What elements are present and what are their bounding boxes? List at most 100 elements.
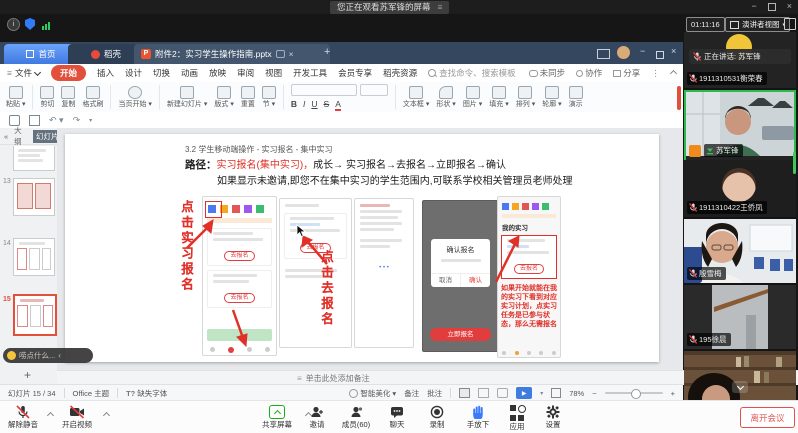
members-button[interactable]: 成员(60) (336, 405, 376, 429)
menu-view[interactable]: 视图 (265, 67, 282, 79)
command-search-input[interactable]: 查找命令、搜索模板 (428, 67, 516, 79)
wps-minimize-icon[interactable]: − (640, 46, 645, 56)
close-icon[interactable]: × (787, 1, 792, 12)
underline-button[interactable]: U (311, 99, 317, 111)
menu-design[interactable]: 设计 (125, 67, 142, 79)
unmute-button[interactable]: 解除静音 (8, 405, 38, 429)
participant-tile[interactable]: 正在讲话: 苏军锋 1911310531衡荣春 (684, 32, 796, 88)
account-avatar[interactable] (617, 46, 630, 59)
format-painter-button[interactable]: 格式刷 (82, 86, 103, 108)
wps-close-icon[interactable]: × (671, 46, 676, 56)
new-slide-button[interactable]: 新建幻灯片 ▾ (167, 86, 207, 108)
beautify-button[interactable]: 智能美化 ▾ (349, 388, 396, 399)
notes-toggle[interactable]: 备注 (404, 388, 419, 399)
missing-font-warning[interactable]: T?缺失字体 (126, 388, 167, 399)
collapse-ribbon-icon[interactable] (670, 69, 677, 76)
save-icon[interactable] (9, 115, 20, 126)
zoom-in-icon[interactable]: + (671, 389, 675, 398)
participant-tile[interactable]: 殷雪梅 (684, 219, 796, 283)
undo-icon[interactable]: ↶ ▾ (49, 115, 64, 126)
theme-name[interactable]: Office 主题 (73, 388, 110, 399)
menu-file[interactable]: ≡文件 (7, 67, 40, 79)
mic-options-chevron[interactable] (47, 412, 54, 419)
menu-review[interactable]: 审阅 (237, 67, 254, 79)
quickbar-dropdown-icon[interactable]: ▾ (89, 117, 92, 124)
video-options-chevron[interactable] (103, 412, 110, 419)
menu-devtools[interactable]: 开发工具 (293, 67, 327, 79)
quick-chat-bubble[interactable]: 唠点什么... ‹ (3, 348, 93, 363)
slide-thumbnail[interactable] (13, 238, 55, 276)
apps-button[interactable]: 应用 (501, 405, 533, 431)
font-color-button[interactable]: A (335, 99, 341, 111)
menu-animation[interactable]: 动画 (181, 67, 198, 79)
chat-button[interactable]: 聊天 (380, 405, 414, 429)
invite-button[interactable]: 邀请 (300, 405, 334, 429)
shape-button[interactable]: 形状 ▾ (436, 86, 455, 108)
window-switch-icon[interactable] (597, 49, 610, 59)
italic-button[interactable]: I (303, 99, 305, 111)
share-screen-button[interactable]: 共享屏幕 (262, 405, 292, 429)
new-tab-icon[interactable]: + (324, 46, 330, 58)
record-button[interactable]: 录制 (421, 405, 453, 429)
collapse-panel-icon[interactable]: « (4, 132, 8, 141)
tab-document[interactable]: P 附件2：实习学生操作指南.pptx × (134, 44, 330, 64)
participant-tile[interactable]: 195徐晨 (684, 285, 796, 349)
fill-button[interactable]: 填充 ▾ (489, 86, 508, 108)
font-name-select[interactable] (291, 84, 357, 96)
collapse-videos-icon[interactable] (732, 381, 748, 393)
comments-toggle[interactable]: 批注 (427, 388, 442, 399)
menu-member[interactable]: 会员专享 (338, 67, 372, 79)
play-slideshow-button[interactable]: ▶ (516, 387, 532, 399)
menu-slideshow[interactable]: 放映 (209, 67, 226, 79)
present-button[interactable]: 演示 (569, 86, 583, 108)
reading-view-icon[interactable] (497, 388, 508, 398)
chat-bubble-placeholder[interactable]: 唠点什么... (19, 350, 55, 361)
slide-thumbnail[interactable] (13, 146, 55, 171)
collaborate-button[interactable]: 协作 (576, 67, 602, 79)
new-slide-plus-icon[interactable]: + (24, 368, 31, 382)
fit-slide-icon[interactable] (551, 388, 561, 398)
reset-button[interactable]: 重置 (241, 86, 255, 108)
wps-restore-icon[interactable] (656, 51, 664, 59)
hand-down-button[interactable]: 手放下 (459, 405, 497, 429)
ribbon-scrollbar[interactable] (677, 86, 681, 110)
play-from-current-button[interactable]: 当页开始 ▾ (118, 86, 151, 108)
outline-button[interactable]: 轮廓 ▾ (542, 86, 561, 108)
picture-button[interactable]: 图片 ▾ (463, 86, 482, 108)
fullscreen-icon[interactable] (784, 18, 796, 30)
start-video-button[interactable]: 开启视频 (62, 405, 92, 429)
settings-button[interactable]: 设置 (537, 405, 569, 429)
menu-docer-res[interactable]: 稻壳资源 (383, 67, 417, 79)
section-button[interactable]: 节 ▾ (262, 86, 276, 108)
menu-insert[interactable]: 插入 (97, 67, 114, 79)
slide-layout-button[interactable]: 版式 ▾ (214, 86, 233, 108)
strikethrough-button[interactable]: S (324, 99, 330, 111)
tab-docer[interactable]: 稻壳 (68, 44, 144, 64)
minimize-icon[interactable]: − (751, 1, 756, 12)
network-signal-icon[interactable] (42, 22, 50, 30)
restore-icon[interactable] (768, 3, 776, 11)
tab-slides[interactable]: 幻灯片 (33, 130, 57, 143)
zoom-out-icon[interactable]: − (592, 389, 596, 398)
tab-wps-home[interactable]: 首页 (4, 44, 78, 64)
arrange-button[interactable]: 排列 ▾ (516, 86, 535, 108)
paste-button[interactable]: 粘贴 ▾ (6, 86, 25, 108)
menu-transition[interactable]: 切换 (153, 67, 170, 79)
info-icon[interactable]: i (7, 18, 20, 31)
leave-meeting-button[interactable]: 离开会议 (740, 407, 795, 428)
slide-thumbnail[interactable] (13, 178, 55, 216)
export-icon[interactable] (29, 115, 40, 126)
zoom-level[interactable]: 78% (569, 389, 584, 398)
sidebar-scrollbar[interactable] (793, 152, 796, 174)
comment-bubble-icon[interactable] (276, 50, 285, 58)
emoji-smiley-icon[interactable] (7, 351, 16, 360)
slide-canvas[interactable]: 3.2 学生移动端操作 - 实习报名 - 集中实习 路径：实习报名(集中实习)，… (65, 134, 659, 362)
view-mode-button[interactable]: 演讲者视图▾ (725, 17, 790, 32)
sorter-view-icon[interactable] (478, 388, 489, 398)
menu-start[interactable]: 开始 (51, 65, 86, 81)
zoom-slider[interactable] (605, 392, 663, 394)
normal-view-icon[interactable] (459, 388, 470, 398)
participant-tile-active-speaker[interactable]: 苏军锋 (684, 90, 796, 162)
close-document-icon[interactable]: × (289, 49, 294, 59)
share-button[interactable]: 分享 (613, 67, 640, 79)
